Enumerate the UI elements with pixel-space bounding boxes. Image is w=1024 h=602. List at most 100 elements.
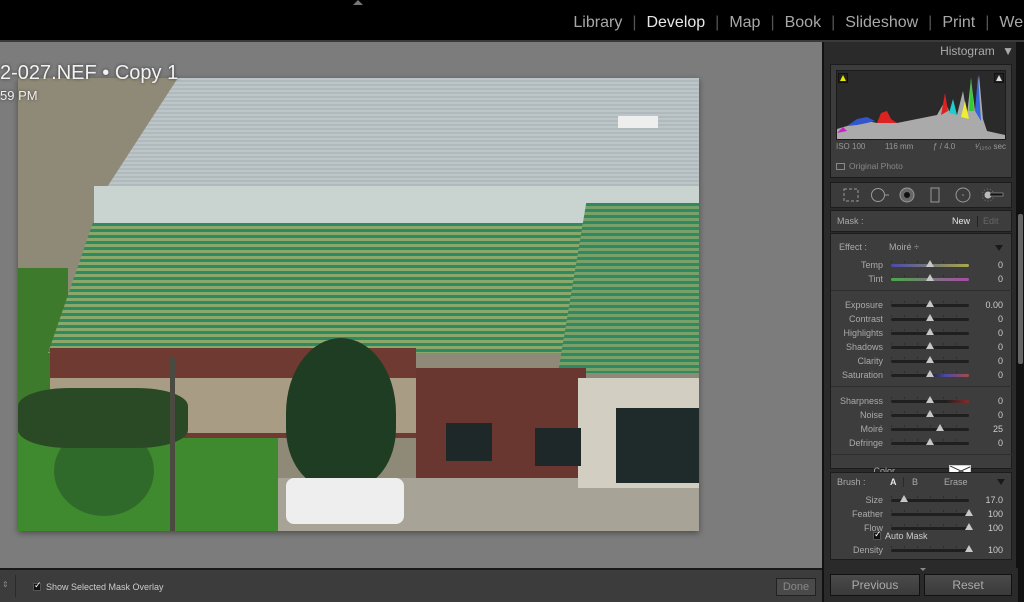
original-photo-checkbox[interactable]: [836, 162, 845, 170]
slider-thumb[interactable]: [926, 396, 934, 403]
scrollbar-thumb[interactable]: [1018, 214, 1023, 364]
slider-track[interactable]: [891, 438, 969, 445]
slider-value[interactable]: 100: [988, 545, 1003, 555]
slider-row-tint: Tint 0: [831, 272, 1013, 286]
highlight-clipping-indicator[interactable]: [994, 73, 1004, 83]
photo-vent: [618, 116, 658, 128]
module-develop[interactable]: Develop: [646, 14, 705, 32]
slider-thumb[interactable]: [926, 328, 934, 335]
slider-value[interactable]: 25: [993, 424, 1003, 434]
slider-track[interactable]: [891, 545, 973, 552]
histogram-header[interactable]: Histogram ▼: [832, 44, 1014, 62]
slider-track[interactable]: [891, 396, 969, 403]
slider-track[interactable]: [891, 424, 969, 431]
adjustment-brush-icon[interactable]: [981, 187, 1004, 203]
module-map[interactable]: Map: [729, 14, 760, 32]
slider-track[interactable]: [891, 274, 969, 281]
slider-value[interactable]: 0: [998, 314, 1003, 324]
slider-thumb[interactable]: [926, 342, 934, 349]
slider-track[interactable]: [891, 260, 969, 267]
slider-thumb[interactable]: [965, 545, 973, 552]
slider-track[interactable]: [891, 314, 969, 321]
effect-preset-select[interactable]: Moiré ÷: [889, 242, 919, 252]
shadow-clipping-indicator[interactable]: [838, 73, 848, 83]
collapse-triangle-icon[interactable]: [997, 479, 1005, 485]
slider-thumb[interactable]: [926, 314, 934, 321]
slider-label: Sharpness: [839, 396, 883, 406]
radial-filter-icon[interactable]: [954, 187, 972, 203]
mask-edit-button[interactable]: Edit: [983, 216, 999, 226]
done-button[interactable]: Done: [776, 578, 816, 596]
slider-track[interactable]: [891, 495, 969, 502]
collapse-top-panel-icon[interactable]: [353, 0, 363, 5]
module-library[interactable]: Library: [573, 14, 622, 32]
slider-thumb[interactable]: [926, 260, 934, 267]
slider-track[interactable]: [891, 356, 969, 363]
show-mask-overlay-label: Show Selected Mask Overlay: [46, 582, 164, 592]
slider-value[interactable]: 0.00: [985, 300, 1003, 310]
slider-thumb[interactable]: [926, 300, 934, 307]
module-slideshow[interactable]: Slideshow: [845, 14, 918, 32]
collapse-triangle-icon[interactable]: ▼: [1002, 44, 1014, 58]
slider-track[interactable]: [891, 410, 969, 417]
slider-thumb[interactable]: [926, 274, 934, 281]
image-canvas[interactable]: 2-027.NEF • Copy 1 59 PM: [0, 42, 822, 568]
slider-value[interactable]: 0: [998, 328, 1003, 338]
slider-value[interactable]: 100: [988, 509, 1003, 519]
slider-track[interactable]: [891, 328, 969, 335]
slider-row-flow: Flow 100: [831, 521, 1013, 535]
slider-thumb[interactable]: [926, 410, 934, 417]
module-web[interactable]: Web: [999, 14, 1024, 32]
module-print[interactable]: Print: [942, 14, 975, 32]
slider-value[interactable]: 0: [998, 274, 1003, 284]
mask-row: Mask : New Edit: [830, 210, 1012, 232]
slider-thumb[interactable]: [926, 438, 934, 445]
photo-shrubs: [18, 388, 188, 448]
original-photo-toggle[interactable]: Original Photo: [836, 161, 903, 171]
module-book[interactable]: Book: [785, 14, 821, 32]
slider-thumb[interactable]: [965, 509, 973, 516]
toolbar-content-icon[interactable]: ⇕: [2, 580, 9, 589]
slider-thumb[interactable]: [935, 424, 944, 431]
spot-removal-icon[interactable]: [870, 187, 889, 203]
brush-a-button[interactable]: A: [890, 477, 897, 487]
panel-scrollbar[interactable]: [1016, 42, 1024, 602]
slider-track[interactable]: [891, 523, 973, 530]
slider-thumb[interactable]: [965, 523, 973, 530]
slider-value[interactable]: 0: [998, 342, 1003, 352]
slider-track[interactable]: [891, 370, 969, 377]
slider-value[interactable]: 0: [998, 260, 1003, 270]
collapse-triangle-icon[interactable]: [995, 245, 1003, 251]
slider-value[interactable]: 0: [998, 370, 1003, 380]
slider-thumb[interactable]: [926, 356, 934, 363]
crop-overlay-icon[interactable]: [842, 187, 860, 203]
graduated-filter-icon[interactable]: [926, 187, 944, 203]
slider-value[interactable]: 0: [998, 438, 1003, 448]
show-mask-overlay-toggle[interactable]: Show Selected Mask Overlay: [33, 580, 164, 592]
slider-value[interactable]: 0: [998, 410, 1003, 420]
slider-label: Clarity: [857, 356, 883, 366]
photo-info-subtitle: 59 PM: [0, 88, 38, 103]
slider-value[interactable]: 0: [998, 356, 1003, 366]
previous-button[interactable]: Previous: [830, 574, 920, 596]
photo-preview[interactable]: [18, 78, 699, 531]
slider-track[interactable]: [891, 509, 973, 516]
slider-track[interactable]: [891, 300, 969, 307]
brush-erase-button[interactable]: Erase: [944, 477, 968, 487]
slider-label: Contrast: [848, 314, 883, 324]
show-mask-overlay-checkbox[interactable]: [33, 580, 42, 591]
histogram-box: ISO 100 116 mm ƒ / 4.0 ¹⁄₁₂₅₀ sec Origin…: [830, 64, 1012, 178]
slider-value[interactable]: 0: [998, 396, 1003, 406]
slider-value[interactable]: 100: [988, 523, 1003, 533]
slider-track[interactable]: [891, 342, 969, 349]
photo-tree: [286, 338, 396, 488]
slider-thumb[interactable]: [926, 370, 934, 377]
red-eye-icon[interactable]: [898, 187, 916, 203]
reset-button[interactable]: Reset: [924, 574, 1012, 596]
panel-resize-icon[interactable]: [920, 568, 926, 571]
slider-value[interactable]: 17.0: [985, 495, 1003, 505]
mask-new-button[interactable]: New: [952, 216, 970, 226]
brush-b-button[interactable]: B: [912, 477, 918, 487]
slider-thumb[interactable]: [900, 495, 909, 502]
histogram-graph[interactable]: [836, 70, 1006, 140]
